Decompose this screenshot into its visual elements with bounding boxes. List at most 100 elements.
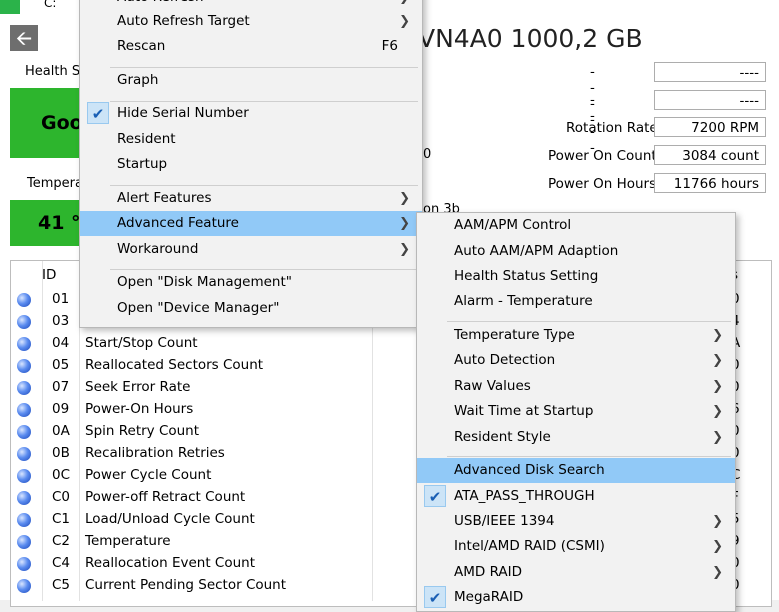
blue-status-dot-icon [17, 315, 31, 329]
checkmark-icon: ✔ [87, 102, 109, 124]
chevron-right-icon: ❯ [712, 353, 723, 368]
menu-separator [110, 67, 418, 68]
menu-item-label: Temperature Type [454, 327, 575, 343]
menu-item-label: Hide Serial Number [117, 105, 249, 121]
submenu-item-advanced-disk-search[interactable]: Advanced Disk Search [417, 458, 735, 483]
power-on-hours-label: Power On Hours [548, 176, 657, 192]
back-button[interactable]: 🡨 [10, 25, 38, 51]
disk-title: VN4A0 1000,2 GB [418, 24, 643, 53]
menu-separator [110, 101, 418, 102]
main-menu-item-graph[interactable]: Graph [80, 68, 422, 93]
attribute-id: C5 [52, 577, 71, 593]
submenu-item-raw-values[interactable]: Raw Values ❯ [417, 374, 735, 399]
checkmark-icon: ✔ [424, 485, 446, 507]
main-menu-item-resident[interactable]: Resident [80, 127, 422, 152]
submenu-item-wait-time-at-startup[interactable]: Wait Time at Startup ❯ [417, 399, 735, 424]
context-menu: Auto Refresh❯Auto Refresh Target❯RescanF… [79, 0, 423, 328]
attribute-id: C4 [52, 555, 71, 571]
blue-status-dot-icon [17, 535, 31, 549]
chevron-right-icon: ❯ [712, 539, 723, 554]
chevron-right-icon: ❯ [399, 14, 410, 29]
attribute-name: Temperature [85, 533, 171, 549]
rotation-rate-label: Rotation Rate [566, 120, 658, 136]
submenu-item-aam-apm-control[interactable]: AAM/APM Control [417, 213, 735, 238]
blue-status-dot-icon [17, 557, 31, 571]
submenu-item-health-status-setting[interactable]: Health Status Setting [417, 264, 735, 289]
menu-item-label: Health Status Setting [454, 268, 599, 284]
attribute-name: Load/Unload Cycle Count [85, 511, 255, 527]
info-fragment-zero: 0 [423, 147, 432, 162]
main-menu-item-open-disk-management[interactable]: Open "Disk Management" [80, 270, 422, 295]
menu-item-label: Open "Disk Management" [117, 274, 292, 290]
menu-item-label: Auto Detection [454, 352, 556, 368]
blue-status-dot-icon [17, 491, 31, 505]
attribute-id: 03 [52, 313, 70, 329]
menu-item-label: Advanced Feature [117, 215, 239, 231]
submenu-item-ata-pass-through[interactable]: ✔ ATA_PASS_THROUGH [417, 484, 735, 509]
menu-item-label: Wait Time at Startup [454, 403, 594, 419]
submenu-item-intel-amd-raid-csmi[interactable]: Intel/AMD RAID (CSMI) ❯ [417, 534, 735, 559]
submenu-item-auto-aam-apm-adaption[interactable]: Auto AAM/APM Adaption [417, 239, 735, 264]
attribute-name: Current Pending Sector Count [85, 577, 287, 593]
main-menu-item-advanced-feature[interactable]: Advanced Feature ❯ [80, 211, 422, 236]
power-on-count-value: 3084 count [654, 145, 766, 165]
temperature-badge[interactable]: 41 °C [10, 200, 80, 246]
submenu-item-temperature-type[interactable]: Temperature Type ❯ [417, 323, 735, 348]
menu-separator [110, 185, 418, 186]
blue-status-dot-icon [17, 359, 31, 373]
attribute-name: Reallocated Sectors Count [85, 357, 264, 373]
submenu-item-alarm-temperature[interactable]: Alarm - Temperature [417, 289, 735, 314]
submenu-item-usb-ieee-1394[interactable]: USB/IEEE 1394 ❯ [417, 509, 735, 534]
menu-item-label: Auto Refresh Target [117, 13, 250, 29]
menu-item-label: Workaround [117, 241, 199, 257]
attribute-name: Start/Stop Count [85, 335, 198, 351]
menu-item-label: Resident Style [454, 429, 551, 445]
attribute-id: 01 [52, 291, 70, 307]
chevron-right-icon: ❯ [712, 430, 723, 445]
attribute-id: C2 [52, 533, 71, 549]
attribute-id: 0A [52, 423, 70, 439]
menu-item-label: Auto AAM/APM Adaption [454, 243, 619, 259]
blue-status-dot-icon [17, 381, 31, 395]
rotation-rate-value: 7200 RPM [654, 117, 766, 137]
menu-item-label: Resident [117, 131, 176, 147]
submenu-item-auto-detection[interactable]: Auto Detection ❯ [417, 348, 735, 373]
main-menu-item-auto-refresh-target[interactable]: Auto Refresh Target ❯ [80, 9, 422, 34]
submenu-item-resident-style[interactable]: Resident Style ❯ [417, 425, 735, 450]
menu-item-label: Rescan [117, 38, 166, 54]
blue-status-dot-icon [17, 447, 31, 461]
submenu-item-amd-raid[interactable]: AMD RAID ❯ [417, 560, 735, 585]
attribute-name: Seek Error Rate [85, 379, 191, 395]
menu-separator [447, 321, 731, 322]
blue-status-dot-icon [17, 293, 31, 307]
table-header-id[interactable]: ID [42, 267, 56, 283]
attribute-name: Spin Retry Count [85, 423, 200, 439]
checkmark-icon: ✔ [424, 586, 446, 608]
menu-item-label: AMD RAID [454, 564, 523, 580]
info-blank-2-value: ---- [654, 90, 766, 110]
main-menu-item-open-device-manager[interactable]: Open "Device Manager" [80, 296, 422, 321]
attribute-name: Power-On Hours [85, 401, 194, 417]
main-menu-item-workaround[interactable]: Workaround ❯ [80, 237, 422, 262]
main-menu-item-alert-features[interactable]: Alert Features ❯ [80, 186, 422, 211]
chevron-right-icon: ❯ [712, 379, 723, 394]
blue-status-dot-icon [17, 469, 31, 483]
main-menu-item-rescan[interactable]: Rescan F6 [80, 34, 422, 59]
power-on-count-label: Power On Count [548, 148, 657, 164]
chevron-right-icon: ❯ [712, 514, 723, 529]
attribute-id: C0 [52, 489, 71, 505]
attribute-name: Recalibration Retries [85, 445, 225, 461]
main-menu-item-startup[interactable]: Startup [80, 152, 422, 177]
disk-tab-label[interactable]: C: [44, 0, 56, 10]
menu-separator [447, 456, 731, 457]
chevron-right-icon: ❯ [399, 216, 410, 231]
disk-tab-indicator[interactable] [0, 0, 20, 14]
blue-status-dot-icon [17, 425, 31, 439]
health-status-badge[interactable]: Good [10, 88, 80, 158]
blue-status-dot-icon [17, 337, 31, 351]
main-menu-item-hide-serial-number[interactable]: ✔ Hide Serial Number [80, 101, 422, 126]
submenu-item-megaraid[interactable]: ✔ MegaRAID [417, 585, 735, 610]
blue-status-dot-icon [17, 513, 31, 527]
menu-item-label: Alert Features [117, 190, 212, 206]
health-status-label: Health St [25, 64, 86, 79]
